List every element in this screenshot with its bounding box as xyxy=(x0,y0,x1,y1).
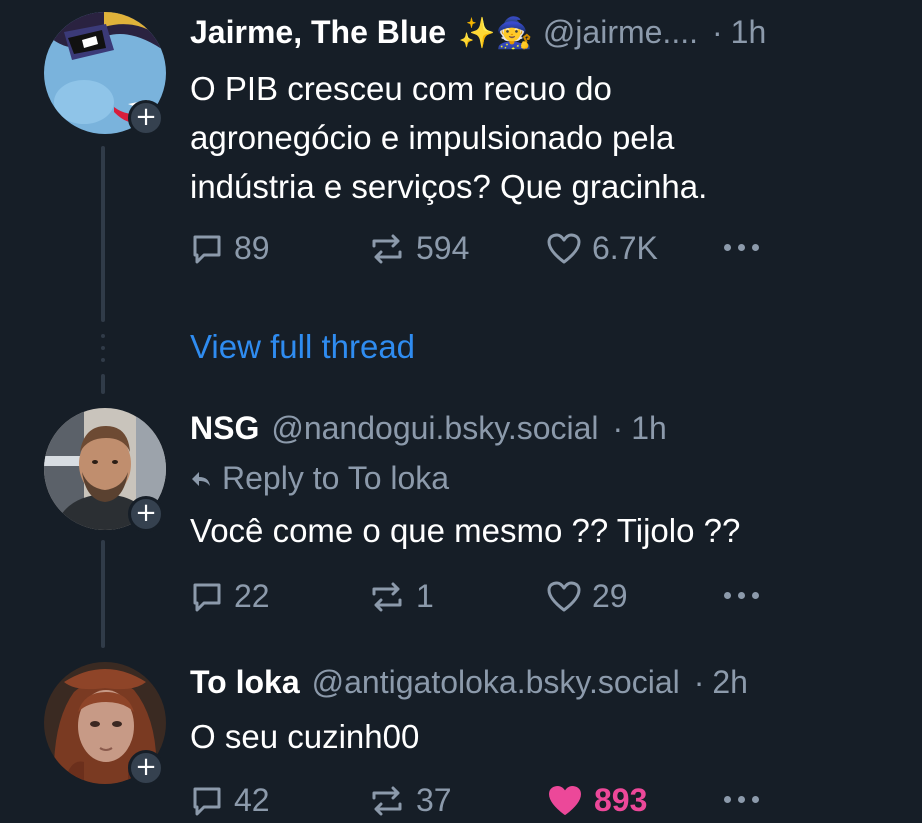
repost-count: 1 xyxy=(416,578,434,614)
heart-icon xyxy=(547,233,581,263)
repost-icon xyxy=(372,234,402,263)
more-icon[interactable] xyxy=(724,796,759,803)
post-time[interactable]: 1h xyxy=(731,14,767,51)
post-header: NSG @nandogui.bsky.social · 1h xyxy=(190,410,667,450)
plus-icon[interactable]: + xyxy=(128,750,164,786)
reply-count: 42 xyxy=(234,782,270,818)
thread-line xyxy=(101,146,105,322)
post-time[interactable]: 1h xyxy=(631,410,667,447)
repost-button[interactable]: 594 xyxy=(368,230,469,267)
more-icon[interactable] xyxy=(724,244,759,251)
like-button[interactable]: 893 xyxy=(546,782,647,819)
view-full-thread-link[interactable]: View full thread xyxy=(190,328,415,366)
reply-arrow-icon xyxy=(192,471,210,486)
reply-to-text: Reply to To loka xyxy=(222,460,450,496)
separator: · xyxy=(711,14,723,50)
repost-count: 37 xyxy=(416,782,452,818)
like-button[interactable]: 29 xyxy=(546,578,628,615)
plus-icon[interactable]: + xyxy=(128,496,164,532)
plus-icon[interactable]: + xyxy=(128,100,164,136)
post-text: O seu cuzinh00 xyxy=(190,718,420,755)
thread-view: + Jairme, The Blue ✨🧙 @jairme.... · 1h O… xyxy=(0,0,922,823)
author-handle[interactable]: @jairme.... xyxy=(543,14,698,51)
reply-count: 22 xyxy=(234,578,270,614)
post-text: O PIB cresceu com recuo do agronegócio e… xyxy=(190,70,708,205)
post-time[interactable]: 2h xyxy=(712,664,748,701)
post-header: To loka @antigatoloka.bsky.social · 2h xyxy=(190,664,748,704)
author-name[interactable]: NSG xyxy=(190,410,259,447)
author-name[interactable]: To loka xyxy=(190,664,300,701)
author-name[interactable]: Jairme, The Blue xyxy=(190,14,446,51)
post-text: Você come o que mesmo ?? Tijolo ?? xyxy=(190,512,741,549)
like-count: 29 xyxy=(592,578,628,614)
thread-line xyxy=(101,374,105,394)
heart-icon xyxy=(549,785,581,815)
reply-button[interactable]: 22 xyxy=(190,578,270,615)
author-handle[interactable]: @antigatoloka.bsky.social xyxy=(312,664,680,701)
separator: · xyxy=(693,664,705,700)
repost-icon xyxy=(372,582,402,611)
thread-dot xyxy=(101,358,105,362)
author-handle[interactable]: @nandogui.bsky.social xyxy=(271,410,598,447)
name-emojis: ✨🧙 xyxy=(458,16,533,51)
post-header: Jairme, The Blue ✨🧙 @jairme.... · 1h xyxy=(190,14,766,54)
more-icon[interactable] xyxy=(724,592,759,599)
thread-dot xyxy=(101,346,105,350)
reply-to-indicator[interactable]: Reply to To loka xyxy=(190,460,449,497)
thread-dot xyxy=(101,334,105,338)
reply-button[interactable]: 42 xyxy=(190,782,270,819)
like-button[interactable]: 6.7K xyxy=(546,230,658,267)
heart-icon xyxy=(547,581,581,611)
comment-icon xyxy=(193,787,221,815)
like-count: 6.7K xyxy=(592,230,658,266)
like-count: 893 xyxy=(594,782,648,818)
thread-line xyxy=(101,540,105,648)
separator: · xyxy=(612,410,624,446)
comment-icon xyxy=(193,235,221,263)
repost-button[interactable]: 37 xyxy=(368,782,452,819)
repost-count: 594 xyxy=(416,230,470,266)
comment-icon xyxy=(193,583,221,611)
repost-button[interactable]: 1 xyxy=(368,578,434,615)
reply-button[interactable]: 89 xyxy=(190,230,270,267)
reply-count: 89 xyxy=(234,230,270,266)
repost-icon xyxy=(372,786,402,815)
